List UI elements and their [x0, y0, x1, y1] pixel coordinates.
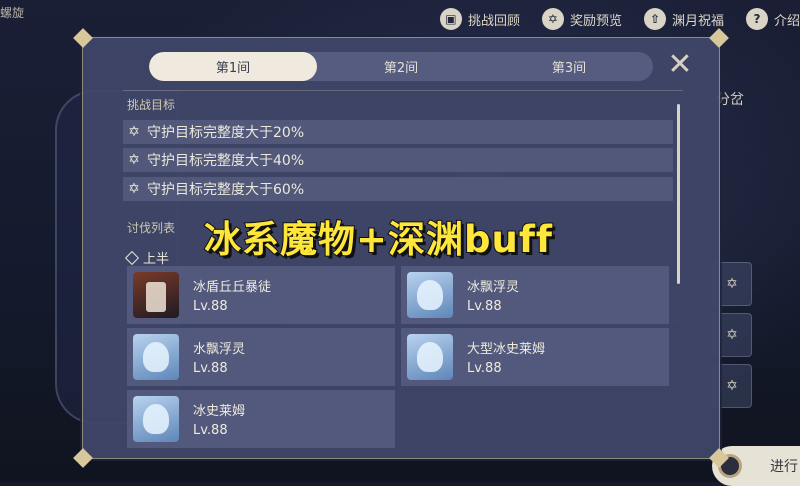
- review-label: 挑战回顾: [467, 13, 520, 29]
- review-button[interactable]: ▣ 挑战回顾: [439, 8, 520, 30]
- enemy-name: 冰史莱姆: [193, 404, 246, 419]
- start-button-label: 进行: [770, 459, 798, 475]
- top-left-label: 螺旋: [0, 6, 25, 20]
- enemy-card[interactable]: 冰史莱姆 Lv.88: [127, 390, 395, 448]
- goal-text: 守护目标完整度大于60%: [147, 182, 305, 198]
- cryo-slime-icon: [133, 396, 179, 442]
- large-cryo-slime-icon: [407, 334, 453, 380]
- enemy-card[interactable]: 大型冰史莱姆 Lv.88: [401, 328, 669, 386]
- overlay-caption: 冰系魔物+深渊buff: [203, 217, 554, 262]
- book-icon: ▣: [439, 8, 462, 30]
- enemy-level: Lv.88: [193, 361, 228, 376]
- first-half-label: 上半: [124, 248, 170, 267]
- enemy-level: Lv.88: [193, 299, 228, 314]
- divider: [123, 90, 683, 91]
- branch-label: 分岔: [716, 92, 744, 108]
- scrollbar[interactable]: [677, 104, 680, 284]
- challenge-title: 挑战目标: [127, 98, 176, 112]
- hydro-specter-icon: [133, 334, 179, 380]
- challenge-goal: ✡ 守护目标完整度大于40%: [123, 148, 673, 172]
- star-icon: ✡: [128, 124, 140, 140]
- goal-text: 守护目标完整度大于20%: [147, 125, 305, 141]
- blessing-label: 渊月祝福: [671, 13, 724, 29]
- challenge-goal: ✡ 守护目标完整度大于20%: [123, 120, 673, 144]
- enemy-level: Lv.88: [467, 299, 502, 314]
- up-arrow-icon: ⇧: [643, 8, 666, 30]
- enemy-card[interactable]: 冰飘浮灵 Lv.88: [401, 266, 669, 324]
- tab-chamber-1[interactable]: 第1间: [149, 52, 317, 81]
- cryo-specter-icon: [407, 272, 453, 318]
- enemy-card[interactable]: 冰盾丘丘暴徒 Lv.88: [127, 266, 395, 324]
- intro-button[interactable]: ? 介绍: [745, 8, 800, 30]
- enemy-name: 冰盾丘丘暴徒: [193, 280, 272, 295]
- reward-preview-button[interactable]: ✡ 奖励预览: [541, 8, 622, 30]
- blessing-button[interactable]: ⇧ 渊月祝福: [643, 8, 724, 30]
- top-bar: ▣ 挑战回顾 ✡ 奖励预览 ⇧ 渊月祝福 ? 介绍: [439, 8, 800, 30]
- tab-chamber-2[interactable]: 第2间: [317, 52, 485, 81]
- enemy-level: Lv.88: [467, 361, 502, 376]
- half-label: 上半: [143, 252, 170, 267]
- close-icon[interactable]: ✕: [665, 50, 695, 80]
- star-icon: ✡: [128, 181, 140, 197]
- intro-label: 介绍: [773, 13, 800, 29]
- star-icon: ✡: [128, 152, 140, 168]
- goal-text: 守护目标完整度大于40%: [147, 153, 305, 169]
- enemy-list-title: 讨伐列表: [127, 221, 176, 235]
- tab-chamber-3[interactable]: 第3间: [485, 52, 653, 81]
- enemy-name: 大型冰史莱姆: [467, 342, 546, 357]
- chamber-tabs: 第1间 第2间 第3间: [149, 52, 653, 81]
- help-icon: ?: [745, 8, 768, 30]
- star-icon: ✡: [541, 8, 564, 30]
- enemy-name: 水飘浮灵: [193, 342, 246, 357]
- enemy-name: 冰飘浮灵: [467, 280, 520, 295]
- enemy-card[interactable]: 水飘浮灵 Lv.88: [127, 328, 395, 386]
- ice-shield-hilichurl-brute-icon: [133, 272, 179, 318]
- challenge-goal: ✡ 守护目标完整度大于60%: [123, 177, 673, 201]
- reward-preview-label: 奖励预览: [569, 13, 622, 29]
- start-button[interactable]: 进行: [712, 446, 800, 486]
- enemy-level: Lv.88: [193, 423, 228, 438]
- diamond-icon: [124, 250, 140, 265]
